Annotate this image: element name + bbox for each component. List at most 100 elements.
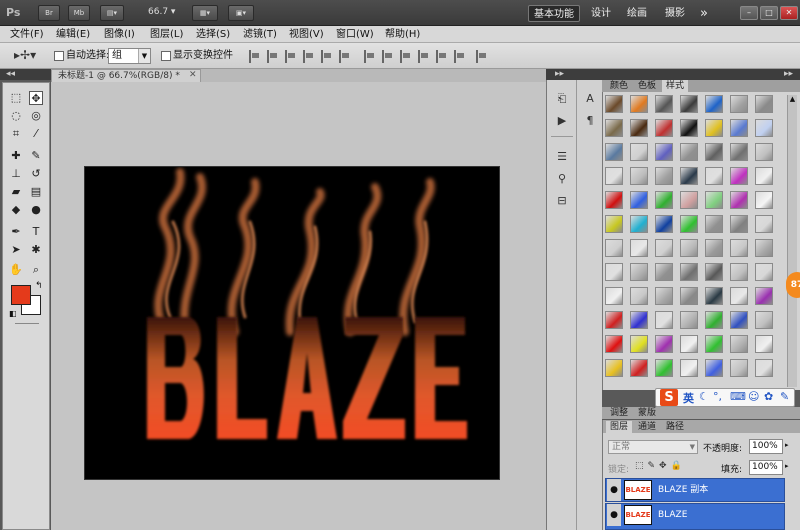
history-panel-icon[interactable]: ⎗	[554, 92, 570, 106]
mini-bridge-button[interactable]: Mb	[68, 5, 90, 21]
style-swatch[interactable]	[705, 95, 723, 113]
style-swatch[interactable]	[705, 287, 723, 305]
lasso-icon[interactable]: ◌	[9, 109, 23, 123]
style-swatch[interactable]	[705, 167, 723, 185]
layer-row[interactable]: ● BLAZE BLAZE 副本	[605, 478, 785, 502]
style-swatch[interactable]	[655, 287, 673, 305]
default-colors-icon[interactable]: ◧	[9, 309, 17, 318]
style-swatch[interactable]	[655, 143, 673, 161]
workspace-painting[interactable]: 绘画	[624, 5, 650, 22]
ime-mode-label[interactable]: 英	[683, 390, 694, 406]
expand-dock-icon[interactable]: ▸▸	[555, 69, 564, 79]
menu-select[interactable]: 选择(S)	[196, 27, 230, 42]
style-swatch[interactable]	[680, 287, 698, 305]
menu-image[interactable]: 图像(I)	[104, 27, 135, 42]
style-swatch[interactable]	[630, 287, 648, 305]
style-swatch[interactable]	[605, 311, 623, 329]
style-swatch[interactable]	[680, 191, 698, 209]
style-swatch[interactable]	[680, 359, 698, 377]
sogou-logo[interactable]: S	[660, 389, 678, 406]
menu-window[interactable]: 窗口(W)	[336, 27, 374, 42]
opacity-dropdown-icon[interactable]: ▸	[785, 441, 789, 449]
align-bottom-icon[interactable]	[285, 50, 297, 63]
blur-icon[interactable]: ◆	[9, 203, 23, 217]
lock-icons[interactable]: ⬚✎✥🔒	[635, 461, 686, 471]
tab-paths[interactable]: 路径	[662, 421, 688, 433]
distribute-right-icon[interactable]	[454, 50, 466, 63]
style-swatch[interactable]	[680, 215, 698, 233]
pen-icon[interactable]: ✒	[9, 225, 23, 239]
scroll-up-icon[interactable]: ▲	[788, 95, 797, 105]
style-swatch[interactable]	[680, 263, 698, 281]
style-swatch[interactable]	[730, 215, 748, 233]
style-swatch[interactable]	[755, 287, 773, 305]
moon-icon[interactable]: ☾	[699, 390, 709, 403]
eyedropper-icon[interactable]: ⁄	[29, 127, 43, 141]
style-swatch[interactable]	[630, 311, 648, 329]
style-swatch[interactable]	[605, 95, 623, 113]
style-swatch[interactable]	[705, 119, 723, 137]
style-swatch[interactable]	[705, 263, 723, 281]
style-swatch[interactable]	[755, 215, 773, 233]
style-swatch[interactable]	[680, 143, 698, 161]
style-swatch[interactable]	[630, 167, 648, 185]
style-swatch[interactable]	[630, 119, 648, 137]
workspace-basic[interactable]: 基本功能	[528, 5, 580, 22]
adjustments-panel-icon[interactable]: ☰	[554, 150, 570, 164]
arrange-documents-button[interactable]: ▦▾	[192, 5, 218, 21]
distribute-top-icon[interactable]	[364, 50, 376, 63]
style-swatch[interactable]	[755, 191, 773, 209]
align-hcenter-icon[interactable]	[321, 50, 333, 63]
style-swatch[interactable]	[605, 239, 623, 257]
style-swatch[interactable]	[655, 95, 673, 113]
show-transform-checkbox[interactable]	[161, 51, 171, 61]
brush-presets-icon[interactable]: ⚲	[554, 172, 570, 186]
collapse-tools-icon[interactable]: ◂◂	[6, 69, 15, 79]
clone-source-icon[interactable]: ⊟	[554, 194, 570, 208]
style-swatch[interactable]	[755, 95, 773, 113]
style-swatch[interactable]	[730, 287, 748, 305]
style-swatch[interactable]	[705, 311, 723, 329]
menu-filter[interactable]: 滤镜(T)	[243, 27, 277, 42]
custom-shape-icon[interactable]: ✱	[29, 243, 43, 257]
view-extras-button[interactable]: ▤▾	[100, 5, 124, 21]
style-swatch[interactable]	[630, 263, 648, 281]
quick-selection-icon[interactable]: ◎	[29, 109, 43, 123]
style-swatch[interactable]	[605, 143, 623, 161]
maximize-icon[interactable]: □	[760, 6, 778, 20]
style-swatch[interactable]	[730, 119, 748, 137]
style-swatch[interactable]	[655, 335, 673, 353]
distribute-hcenter-icon[interactable]	[436, 50, 448, 63]
align-top-icon[interactable]	[249, 50, 261, 63]
auto-select-checkbox[interactable]	[54, 51, 64, 61]
collapse-panels-icon[interactable]: ▸▸	[784, 69, 793, 79]
crop-icon[interactable]: ⌗	[9, 127, 23, 141]
tab-channels[interactable]: 通道	[634, 421, 660, 433]
marquee-icon[interactable]: ⬚	[9, 91, 23, 105]
skin-icon[interactable]: ✿	[764, 390, 773, 403]
style-swatch[interactable]	[630, 215, 648, 233]
keyboard-icon[interactable]: ⌨	[730, 390, 746, 403]
style-swatch[interactable]	[705, 215, 723, 233]
foreground-color-swatch[interactable]	[11, 285, 31, 305]
style-swatch[interactable]	[755, 119, 773, 137]
auto-select-dropdown[interactable]: 组 ▼	[108, 48, 151, 64]
distribute-bottom-icon[interactable]	[400, 50, 412, 63]
actions-panel-icon[interactable]: ▶	[554, 114, 570, 128]
layer-row[interactable]: ● BLAZE BLAZE	[605, 503, 785, 530]
align-right-icon[interactable]	[339, 50, 351, 63]
style-swatch[interactable]	[630, 359, 648, 377]
visibility-eye-icon[interactable]: ●	[607, 504, 621, 526]
fill-dropdown-icon[interactable]: ▸	[785, 462, 789, 470]
brush-icon[interactable]: ✎	[29, 149, 43, 163]
style-swatch[interactable]	[630, 95, 648, 113]
style-swatch[interactable]	[630, 191, 648, 209]
style-swatch[interactable]	[755, 167, 773, 185]
dodge-icon[interactable]: ●	[29, 203, 43, 217]
document-tab[interactable]: 未标题-1 @ 66.7%(RGB/8) *	[51, 69, 201, 82]
style-swatch[interactable]	[605, 335, 623, 353]
style-swatch[interactable]	[730, 167, 748, 185]
workspace-design[interactable]: 设计	[588, 5, 614, 22]
style-swatch[interactable]	[705, 191, 723, 209]
path-selection-icon[interactable]: ➤	[9, 243, 23, 257]
